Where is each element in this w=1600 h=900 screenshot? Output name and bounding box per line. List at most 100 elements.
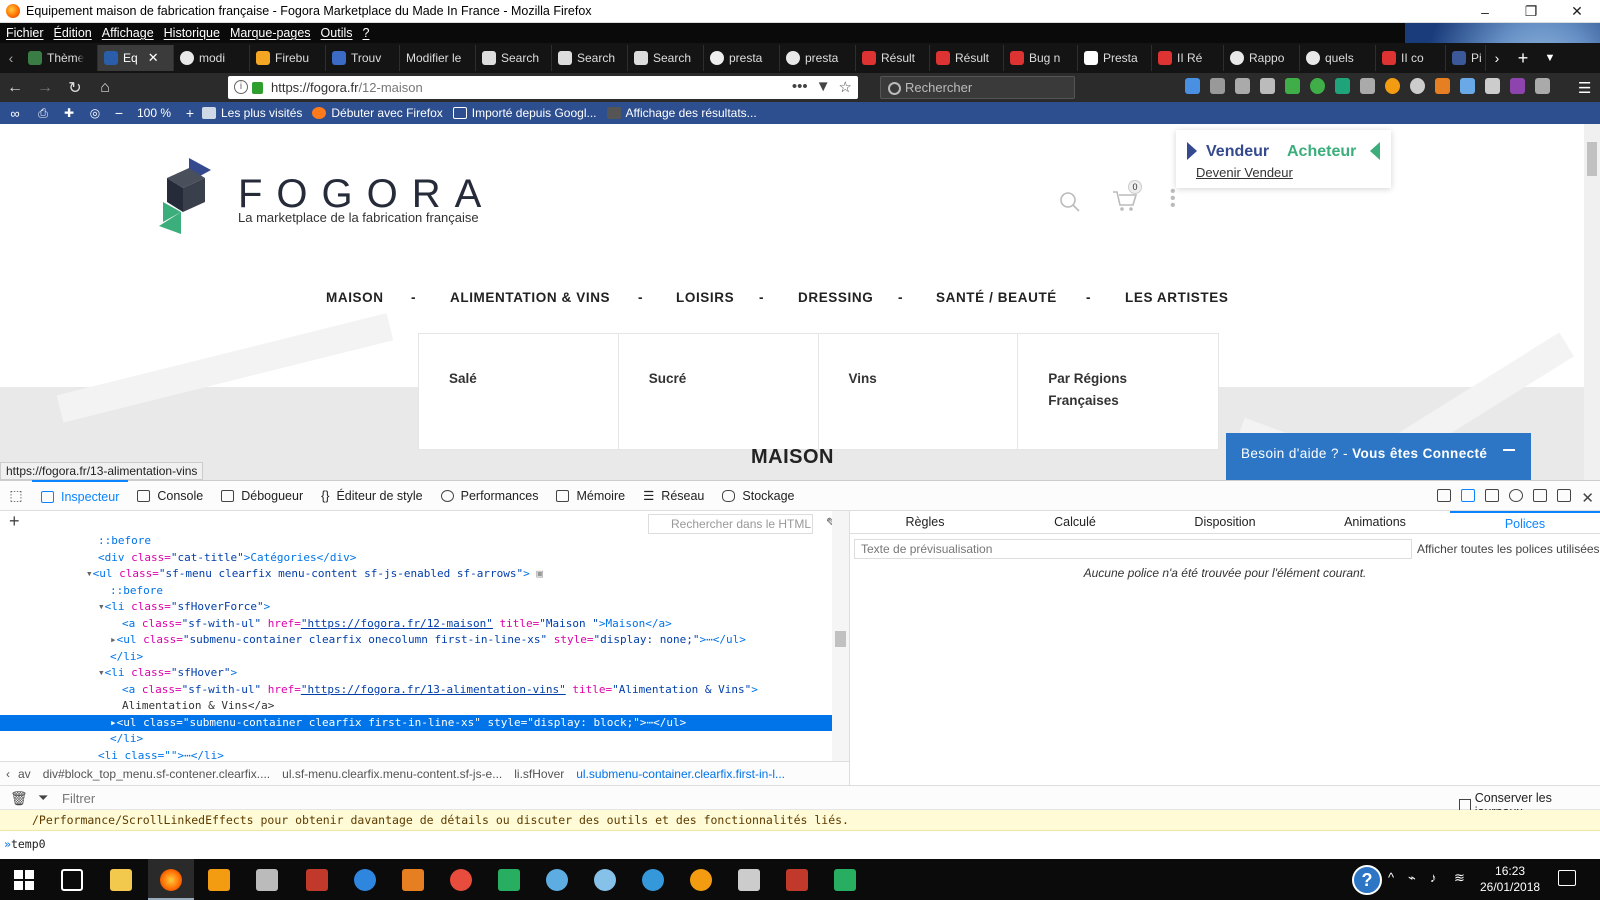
minimize-button[interactable]: – <box>1462 0 1508 23</box>
app-icon[interactable] <box>402 869 424 891</box>
bookmark-getting-started[interactable]: Débuter avec Firefox <box>312 106 443 120</box>
taskbar-clock[interactable]: 16:23 26/01/2018 <box>1480 863 1540 895</box>
undock-icon[interactable] <box>1557 489 1572 502</box>
filter-icon[interactable]: ⏷ <box>38 790 48 806</box>
markup-line[interactable]: ::before <box>0 583 832 600</box>
element-picker-icon[interactable]: ⬚ <box>0 487 32 504</box>
extension-icon[interactable] <box>1460 78 1475 94</box>
devtools-tab-debugger[interactable]: Débogueur <box>212 480 312 511</box>
tab-scroll-right-icon[interactable]: › <box>1486 50 1508 66</box>
markup-line[interactable]: ▾<ul class="sf-menu clearfix menu-conten… <box>0 566 832 583</box>
dock-side-icon[interactable] <box>1533 489 1548 502</box>
bookmark-most-visited[interactable]: Les plus visités <box>202 106 302 120</box>
nav-item-maison[interactable]: MAISON <box>326 290 384 305</box>
filezilla-icon[interactable] <box>306 869 328 891</box>
breadcrumb-item[interactable]: li.sfHover <box>514 767 564 781</box>
download-icon[interactable] <box>1185 78 1200 94</box>
bookmark-folder-imported[interactable]: Importé depuis Googl... <box>452 106 597 120</box>
app-icon[interactable] <box>642 869 664 891</box>
markup-line[interactable]: <a class="sf-with-ul" href="https://fogo… <box>0 682 832 699</box>
side-tab-animations[interactable]: Animations <box>1300 511 1450 533</box>
devtools-tab-console[interactable]: Console <box>128 480 212 511</box>
side-tab-fonts[interactable]: Polices <box>1450 511 1600 533</box>
tab-close-icon[interactable]: ✕ <box>148 50 159 66</box>
markup-line[interactable]: Alimentation & Vins</a> <box>0 698 832 715</box>
browser-tab[interactable]: Modifier le <box>400 45 476 71</box>
breadcrumb-item-current[interactable]: ul.submenu-container.clearfix.first-in-l… <box>576 767 785 781</box>
extension-icon[interactable] <box>1510 78 1525 94</box>
home-icon[interactable]: ⌂ <box>90 79 120 97</box>
browser-tab[interactable]: presta <box>704 45 780 71</box>
page-scrollbar[interactable] <box>1584 124 1600 480</box>
devtools-tab-network[interactable]: ☰ Réseau <box>634 480 713 511</box>
browser-tab-active[interactable]: Eq ✕ <box>98 45 174 71</box>
extension-icon[interactable] <box>1410 78 1425 94</box>
globe-icon[interactable]: ◎ <box>82 106 108 120</box>
app-icon[interactable] <box>256 869 278 891</box>
devenir-vendeur-link[interactable]: Devenir Vendeur <box>1196 165 1293 180</box>
tab-scroll-left-icon[interactable]: ‹ <box>0 50 22 66</box>
extension-icon[interactable] <box>1385 78 1400 94</box>
task-view-icon[interactable] <box>61 869 83 891</box>
scrollbar-thumb[interactable] <box>835 631 846 647</box>
search-icon[interactable] <box>1059 191 1081 213</box>
extension-icon[interactable] <box>1535 78 1550 94</box>
windows-start-icon[interactable] <box>14 870 34 890</box>
layout-icon[interactable] <box>1437 489 1452 502</box>
show-all-fonts-button[interactable]: Afficher toutes les polices utilisées <box>1417 542 1600 556</box>
app-icon[interactable] <box>498 869 520 891</box>
console-input[interactable]: »temp0 <box>0 831 1600 859</box>
pocket-icon[interactable]: ▼ <box>816 78 831 96</box>
search-input[interactable]: Rechercher <box>880 76 1075 99</box>
markup-line[interactable]: ▾<li class="sfHover"> <box>0 665 832 682</box>
devtools-tab-memory[interactable]: Mémoire <box>547 480 634 511</box>
browser-tab[interactable]: Rappo <box>1224 45 1300 71</box>
markup-scrollbar[interactable] <box>832 511 849 761</box>
browser-tab[interactable]: quels <box>1300 45 1376 71</box>
markup-line[interactable]: <li class="">⋯</li> <box>0 748 832 760</box>
browser-tab[interactable]: II co <box>1376 45 1446 71</box>
forward-arrow-icon[interactable]: → <box>30 79 60 97</box>
devtools-tab-performance[interactable]: Performances <box>432 480 548 511</box>
sidebar-icon[interactable] <box>1260 78 1275 94</box>
print-icon[interactable]: ⎙ <box>30 106 56 121</box>
markup-line[interactable]: ::before <box>0 533 832 550</box>
acrobat-icon[interactable] <box>786 869 808 891</box>
app-icon[interactable] <box>738 869 760 891</box>
menu-affichage[interactable]: Affichage <box>102 26 154 40</box>
browser-tab[interactable]: Search <box>628 45 704 71</box>
hamburger-menu-icon[interactable]: ☰ <box>1578 79 1591 97</box>
browser-tab[interactable]: II Ré <box>1152 45 1224 71</box>
browser-tab[interactable]: Résult <box>930 45 1004 71</box>
more-vertical-icon[interactable]: • • • <box>1170 184 1176 214</box>
wifi-icon[interactable]: ≋ <box>1454 870 1465 886</box>
markup-search-input[interactable]: Rechercher dans le HTML <box>648 514 813 534</box>
app-icon[interactable] <box>450 869 472 891</box>
app-icon[interactable] <box>354 869 376 891</box>
collapsed-triangle-icon[interactable]: ▸ <box>110 633 117 646</box>
breadcrumb-item[interactable]: ul.sf-menu.clearfix.menu-content.sf-js-e… <box>282 767 502 781</box>
app-icon[interactable] <box>594 869 616 891</box>
extension-icon[interactable] <box>1435 78 1450 94</box>
library-icon[interactable] <box>1235 78 1250 94</box>
add-node-button[interactable]: + <box>9 511 20 532</box>
menu-fichier[interactable]: Fichier <box>6 26 44 40</box>
close-window-button[interactable]: ✕ <box>1554 0 1600 23</box>
font-preview-input[interactable]: Texte de prévisualisation <box>854 539 1412 559</box>
gear-icon[interactable] <box>1509 489 1524 502</box>
fogora-logo-icon[interactable] <box>155 156 217 238</box>
submenu-item-vins[interactable]: Vins <box>819 334 1019 449</box>
page-actions-icon[interactable]: ••• <box>792 78 808 96</box>
breadcrumb-left-arrow-icon[interactable]: ‹ <box>6 767 10 781</box>
maximize-button[interactable]: ❐ <box>1508 0 1554 23</box>
url-bar[interactable]: i https://fogora.fr/12-maison ••• ▼ ☆ <box>228 76 858 99</box>
close-devtools-icon[interactable]: ✕ <box>1581 489 1594 507</box>
tray-chevron-up-icon[interactable]: ^ <box>1388 870 1394 885</box>
browser-tab[interactable]: Presta <box>1078 45 1152 71</box>
responsive-mode-icon[interactable] <box>1485 489 1500 502</box>
volume-icon[interactable]: ♪ <box>1430 870 1437 885</box>
minimize-icon[interactable] <box>1503 449 1515 451</box>
zoom-in-button[interactable]: + <box>178 105 202 121</box>
new-tab-button[interactable]: + <box>1508 48 1538 69</box>
menu-marque-pages[interactable]: Marque-pages <box>230 26 311 40</box>
